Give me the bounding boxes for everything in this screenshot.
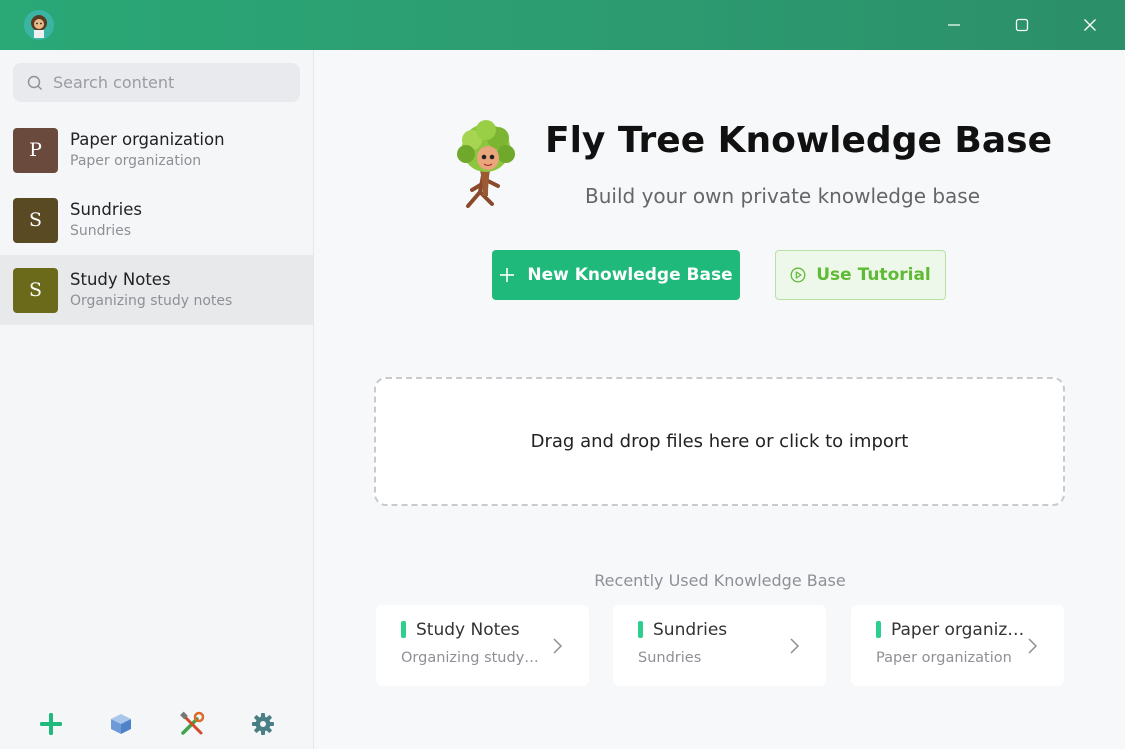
search-input[interactable] (53, 73, 273, 92)
maximize-button[interactable] (988, 0, 1056, 50)
sidebar-item-study-notes[interactable]: S Study Notes Organizing study notes (0, 255, 313, 325)
settings-button[interactable] (249, 710, 277, 738)
sidebar-item-paper-organization[interactable]: P Paper organization Paper organization (0, 115, 313, 185)
main-content: Fly Tree Knowledge Base Build your own p… (315, 50, 1125, 749)
recent-card-name: Paper organizat... (891, 620, 1031, 640)
recent-card-marker (876, 621, 881, 638)
tools-button[interactable] (178, 710, 206, 738)
recent-card-desc: Sundries (638, 650, 702, 666)
search-icon (27, 75, 42, 90)
recent-card-marker (401, 621, 406, 638)
sidebar-bottom-bar (0, 704, 313, 744)
play-circle-icon (790, 267, 806, 283)
minimize-button[interactable] (920, 0, 988, 50)
recent-card-desc: Organizing study n... (401, 650, 541, 666)
plus-icon (500, 268, 515, 282)
recent-card-sundries[interactable]: Sundries Sundries (613, 605, 826, 686)
title-bar (0, 0, 1125, 50)
kb-avatar: P (13, 127, 58, 173)
dropzone-text: Drag and drop files here or click to imp… (530, 431, 909, 452)
plus-icon (40, 713, 62, 735)
use-tutorial-button[interactable]: Use Tutorial (775, 250, 946, 300)
kb-avatar: S (13, 267, 58, 313)
recent-card-paper-organization[interactable]: Paper organizat... Paper organization (851, 605, 1064, 686)
recent-section-title: Recently Used Knowledge Base (594, 571, 846, 590)
use-tutorial-label: Use Tutorial (816, 265, 931, 285)
recent-card-name: Sundries (653, 620, 728, 640)
add-knowledge-base-button[interactable] (37, 710, 65, 738)
recent-card-desc: Paper organization (876, 650, 1012, 666)
recent-card-study-notes[interactable]: Study Notes Organizing study n... (376, 605, 589, 686)
page-title: Fly Tree Knowledge Base (545, 120, 1052, 161)
kb-subtitle: Paper organization (70, 153, 202, 169)
close-icon (1084, 19, 1096, 31)
kb-title: Paper organization (70, 130, 225, 149)
page-subtitle: Build your own private knowledge base (585, 184, 981, 208)
kb-title: Sundries (70, 200, 142, 219)
chevron-right-icon (553, 638, 563, 654)
chevron-right-icon (790, 638, 800, 654)
gear-icon (252, 713, 274, 735)
minimize-icon (948, 24, 960, 26)
recent-card-marker (638, 621, 643, 638)
sidebar-item-sundries[interactable]: S Sundries Sundries (0, 185, 313, 255)
cube-icon (111, 714, 131, 734)
file-dropzone[interactable]: Drag and drop files here or click to imp… (374, 377, 1065, 506)
chevron-right-icon (1028, 638, 1038, 654)
tree-mascot-icon (450, 120, 525, 210)
tools-icon (180, 711, 205, 735)
kb-avatar: S (13, 197, 58, 243)
kb-title: Study Notes (70, 270, 171, 289)
knowledge-base-list: P Paper organization Paper organization … (0, 115, 313, 325)
close-button[interactable] (1056, 0, 1124, 50)
app-logo-icon (24, 10, 54, 40)
new-knowledge-base-label: New Knowledge Base (527, 265, 733, 285)
kb-subtitle: Sundries (70, 223, 132, 239)
search-box (13, 63, 300, 102)
kb-subtitle: Organizing study notes (70, 293, 233, 309)
recent-card-name: Study Notes (416, 620, 520, 640)
cube-button[interactable] (107, 710, 135, 738)
new-knowledge-base-button[interactable]: New Knowledge Base (492, 250, 740, 300)
sidebar: P Paper organization Paper organization … (0, 50, 314, 749)
maximize-icon (1015, 18, 1029, 32)
